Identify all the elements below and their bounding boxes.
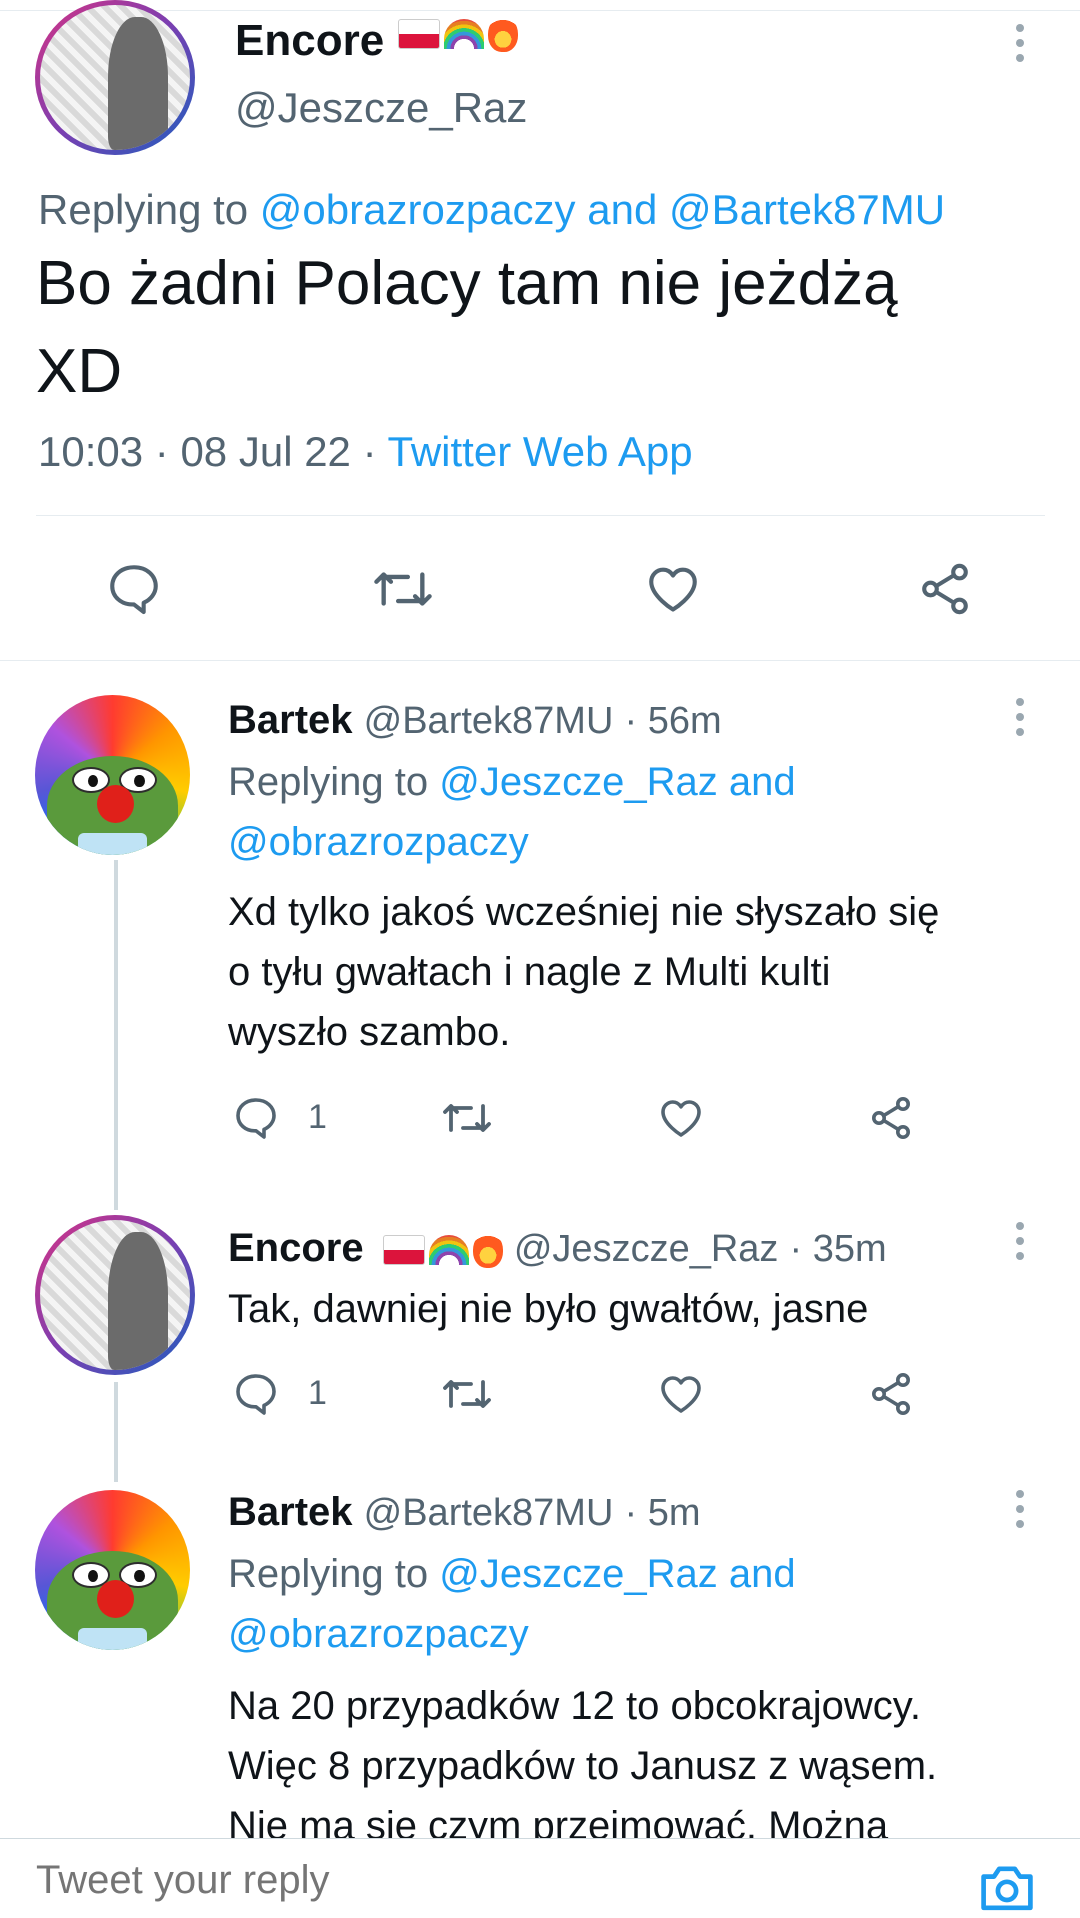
more-options-icon[interactable] <box>1015 698 1025 743</box>
reply-replying-line: Replying to @Jeszcze_Raz and <box>228 760 796 805</box>
tweet-date: 08 Jul 22 <box>180 428 351 475</box>
author-handle[interactable]: @Jeszcze_Raz <box>235 84 527 132</box>
retweet-icon[interactable] <box>440 1370 494 1418</box>
reply-text-line: o tyłu gwałtach i nagle z Multi kulti <box>228 950 831 994</box>
reply-time: · 5m <box>624 1492 701 1534</box>
reply-time: · 35m <box>789 1228 887 1270</box>
reply-icon[interactable] <box>232 1094 280 1142</box>
thread-line <box>114 1382 118 1482</box>
divider <box>36 515 1045 516</box>
like-icon[interactable] <box>656 1094 706 1142</box>
reply-text-line: Tak, dawniej nie było gwałtów, jasne <box>228 1287 869 1331</box>
retweet-icon[interactable] <box>370 560 436 618</box>
replying-mention-2[interactable]: @obrazrozpaczy <box>228 1612 529 1657</box>
avatar-encore[interactable] <box>35 1215 195 1375</box>
rainbow-icon <box>444 19 484 49</box>
reply-header: Bartek @Bartek87MU · 5m <box>228 1490 701 1535</box>
reply-replying-line: Replying to @Jeszcze_Raz and <box>228 1552 796 1597</box>
avatar-bartek[interactable] <box>35 695 190 855</box>
like-icon[interactable] <box>656 1370 706 1418</box>
meta-separator: · <box>154 428 169 475</box>
author-name[interactable]: Encore <box>235 16 384 66</box>
reply-author-handle[interactable]: @Bartek87MU <box>364 700 614 742</box>
reply-text-line: Na 20 przypadków 12 to obcokrajowcy. <box>228 1684 921 1728</box>
replying-mention[interactable]: @Jeszcze_Raz and <box>439 1552 795 1596</box>
reply-input[interactable] <box>34 1851 938 1909</box>
reply-icon[interactable] <box>105 560 163 618</box>
replying-prefix: Replying to <box>228 760 429 804</box>
avatar-encore[interactable] <box>35 0 195 155</box>
avatar-bartek[interactable] <box>35 1490 190 1650</box>
reply-count: 1 <box>308 1374 327 1412</box>
share-icon[interactable] <box>866 1370 916 1418</box>
reply-icon[interactable] <box>232 1370 280 1418</box>
replying-prefix: Replying to <box>228 1552 429 1596</box>
reply-time: · 56m <box>624 700 722 742</box>
retweet-icon[interactable] <box>440 1094 494 1142</box>
heart-on-fire-icon <box>472 1232 503 1269</box>
reply-text-line: Więc 8 przypadków to Janusz z wąsem. <box>228 1744 938 1788</box>
reply-count: 1 <box>308 1098 327 1136</box>
like-icon[interactable] <box>643 560 703 618</box>
replying-prefix: Replying to <box>38 186 249 233</box>
tweet-source[interactable]: Twitter Web App <box>388 428 693 475</box>
more-options-icon[interactable] <box>1015 1490 1025 1535</box>
tweet-text-line1: Bo żadni Polacy tam nie jeżdżą <box>36 249 898 318</box>
reply-text-line: wyszło szambo. <box>228 1010 511 1054</box>
tweet-time: 10:03 <box>38 428 144 475</box>
replying-mention-2[interactable]: @obrazrozpaczy <box>228 820 529 865</box>
poland-flag-icon <box>382 1235 425 1266</box>
reply-author-name[interactable]: Bartek <box>228 1490 353 1534</box>
reply-header: Bartek @Bartek87MU · 56m <box>228 698 722 743</box>
camera-icon[interactable] <box>975 1861 1039 1918</box>
poland-flag-icon <box>398 19 440 49</box>
reply-text-line: Xd tylko jakoś wcześniej nie słyszało si… <box>228 890 940 934</box>
reply-composer <box>0 1838 1080 1913</box>
thread-line <box>114 860 118 1210</box>
more-options-icon[interactable] <box>1015 1222 1025 1267</box>
share-icon[interactable] <box>866 1094 916 1142</box>
emoji-badges <box>390 16 518 52</box>
reply-author-handle[interactable]: @Bartek87MU <box>364 1492 614 1534</box>
replying-to-line: Replying to @obrazrozpaczy and @Bartek87… <box>38 186 945 234</box>
top-divider <box>0 10 1080 11</box>
tweet-text-line2: XD <box>36 337 123 406</box>
reply-header: Encore @Jeszcze_Raz · 35m <box>228 1226 887 1271</box>
section-divider <box>0 660 1080 661</box>
heart-on-fire-icon <box>488 16 518 52</box>
rainbow-icon <box>428 1235 469 1266</box>
share-icon[interactable] <box>915 560 975 618</box>
reply-author-handle[interactable]: @Jeszcze_Raz <box>514 1228 779 1270</box>
replying-mention[interactable]: @Jeszcze_Raz and <box>439 760 795 804</box>
tweet-metadata: 10:03 · 08 Jul 22 · Twitter Web App <box>38 428 693 476</box>
reply-author-name[interactable]: Encore <box>228 1226 364 1270</box>
more-options-icon[interactable] <box>1015 24 1025 69</box>
replying-mentions[interactable]: @obrazrozpaczy and @Bartek87MU <box>260 186 945 233</box>
reply-author-name[interactable]: Bartek <box>228 698 353 742</box>
meta-separator-2: · <box>362 428 377 475</box>
